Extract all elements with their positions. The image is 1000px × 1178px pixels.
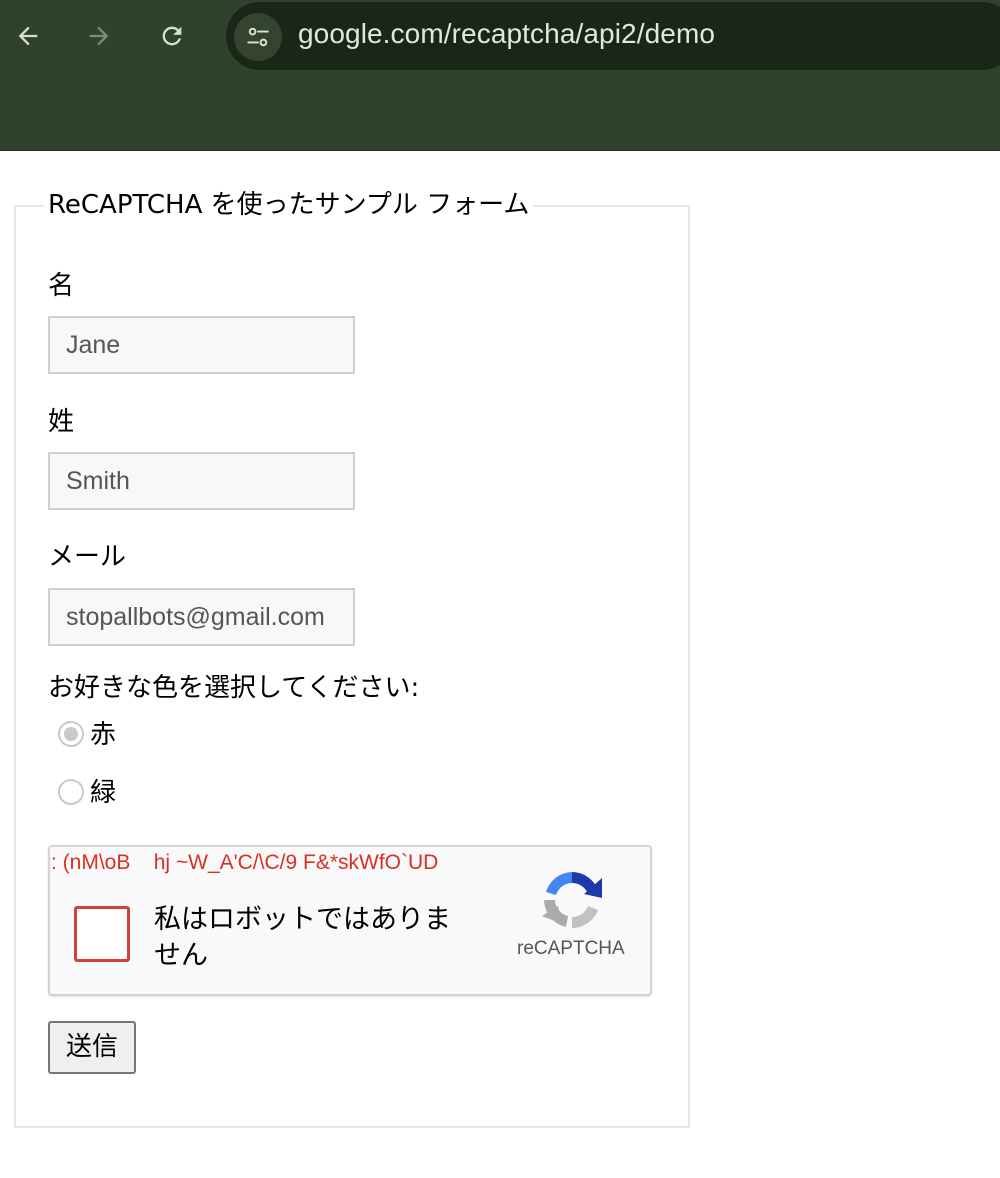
submit-button[interactable]: 送信 (48, 1021, 136, 1074)
reload-button[interactable] (150, 14, 194, 58)
recaptcha-error-text: : (nM\oB hj ~W_A'C/\C/9 F&*skWfO`UD (51, 851, 439, 874)
url-text[interactable]: google.com/recaptcha/api2/demo (298, 18, 715, 50)
form-legend: ReCAPTCHA を使ったサンプル フォーム (44, 189, 534, 221)
radio-red-label[interactable]: 赤 (90, 719, 116, 751)
arrow-left-icon (18, 26, 38, 46)
first-name-label: 名 (48, 271, 75, 301)
recaptcha-checkbox[interactable] (74, 906, 130, 962)
first-name-input[interactable]: Jane (48, 316, 355, 374)
last-name-label: 姓 (48, 407, 75, 437)
email-input[interactable]: stopallbots@gmail.com (48, 588, 355, 646)
recaptcha-brand: reCAPTCHA (517, 938, 625, 959)
recaptcha-logo-icon (542, 872, 602, 928)
tune-icon (247, 27, 269, 47)
recaptcha-checkbox-label: 私はロボットではありません (154, 904, 451, 971)
email-label: メール (48, 542, 127, 572)
last-name-input[interactable]: Smith (48, 452, 355, 510)
radio-red[interactable] (58, 721, 84, 747)
back-button[interactable] (6, 14, 50, 58)
reload-icon (162, 26, 182, 46)
radio-green[interactable] (58, 779, 84, 805)
forward-button[interactable] (77, 14, 121, 58)
browser-toolbar: google.com/recaptcha/api2/demo (0, 0, 1000, 151)
site-info-button[interactable] (234, 13, 282, 61)
color-prompt: お好きな色を選択してください: (48, 673, 420, 703)
arrow-right-icon (89, 26, 109, 46)
radio-green-label[interactable]: 緑 (90, 777, 116, 809)
